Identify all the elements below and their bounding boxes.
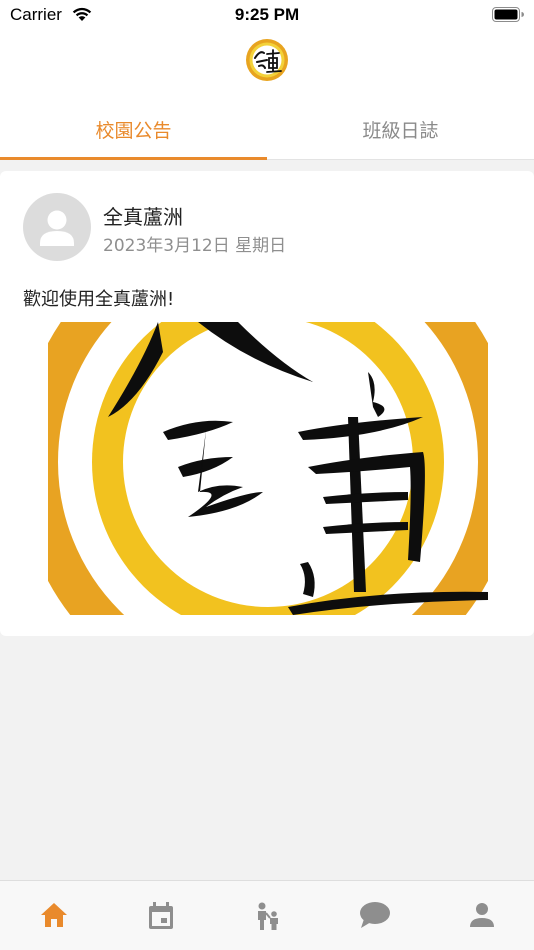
nav-home[interactable] (0, 881, 107, 950)
person-placeholder-icon (40, 210, 74, 246)
tab-bar: 校園公告 班級日誌 (0, 98, 534, 160)
parent-child-icon (257, 902, 278, 930)
nav-messages[interactable] (321, 881, 428, 950)
tab-label: 班級日誌 (362, 119, 439, 142)
calendar-icon (148, 902, 173, 929)
app-logo (246, 39, 288, 81)
logo-image (48, 322, 488, 615)
app-header (0, 30, 534, 98)
post-image[interactable] (48, 322, 488, 615)
profile-icon (469, 903, 494, 927)
clock: 9:25 PM (234, 5, 300, 24)
home-icon (40, 903, 67, 927)
battery-icon (492, 7, 524, 22)
tab-label: 校園公告 (95, 119, 172, 142)
bottom-tab-bar (0, 880, 534, 950)
avatar (23, 193, 91, 261)
nav-profile[interactable] (428, 881, 534, 950)
post-author: 全真蘆洲 (103, 205, 183, 229)
post-date: 2023年3月12日 星期日 (103, 236, 287, 256)
nav-family[interactable] (214, 881, 321, 950)
active-tab-indicator (0, 157, 267, 160)
chat-icon (359, 902, 390, 928)
announcement-card[interactable]: 全真蘆洲 2023年3月12日 星期日 歡迎使用全真蘆洲! (0, 171, 534, 636)
tab-school-announcements[interactable]: 校園公告 (0, 98, 267, 160)
post-body: 歡迎使用全真蘆洲! (23, 289, 175, 310)
tab-class-journal[interactable]: 班級日誌 (267, 98, 534, 160)
nav-calendar[interactable] (107, 881, 214, 950)
status-bar: Carrier 9:25 PM (0, 0, 534, 30)
